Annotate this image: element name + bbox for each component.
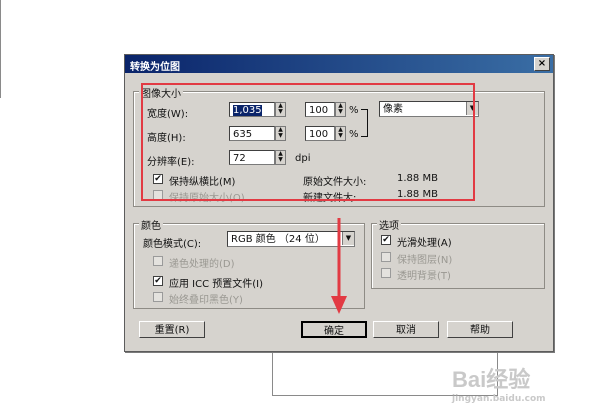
- cancel-button[interactable]: 取消: [373, 321, 439, 338]
- color-group-label: 颜色: [139, 217, 163, 232]
- color-mode-label: 颜色模式(C):: [143, 239, 202, 250]
- watermark-url: jingyan.baidu.com: [452, 394, 546, 404]
- overprint-checkbox[interactable]: [153, 292, 163, 302]
- watermark: Bai经验 jingyan.baidu.com: [452, 362, 546, 404]
- smooth-checkbox[interactable]: ✔: [381, 235, 391, 245]
- watermark-logo: Bai经验: [452, 367, 531, 392]
- title-bar[interactable]: 转换为位图 ×: [125, 55, 553, 73]
- overprint-label: 始终叠印黑色(Y): [169, 295, 243, 306]
- transparent-checkbox[interactable]: [381, 268, 391, 278]
- icc-label: 应用 ICC 预置文件(I): [169, 279, 264, 290]
- background-frame-left: [272, 345, 273, 396]
- keep-layers-label: 保持图层(N): [397, 255, 453, 266]
- dither-label: 递色处理的(D): [169, 259, 235, 270]
- icc-checkbox[interactable]: ✔: [153, 276, 163, 286]
- arrow-down-icon: [331, 218, 347, 314]
- color-mode-value: RGB 颜色 （24 位）: [231, 234, 325, 245]
- transparent-label: 透明背景(T): [397, 271, 451, 282]
- highlight-box: [141, 83, 475, 201]
- dither-checkbox[interactable]: [153, 256, 163, 266]
- options-group-label: 选项: [377, 217, 401, 232]
- keep-layers-checkbox[interactable]: [381, 252, 391, 262]
- dialog-title: 转换为位图: [130, 62, 180, 73]
- background-edge: [0, 0, 1, 98]
- close-icon[interactable]: ×: [534, 57, 550, 71]
- reset-button[interactable]: 重置(R): [139, 321, 205, 338]
- help-button[interactable]: 帮助: [447, 321, 513, 338]
- smooth-label: 光滑处理(A): [397, 238, 452, 249]
- ok-button[interactable]: 确定: [301, 321, 367, 338]
